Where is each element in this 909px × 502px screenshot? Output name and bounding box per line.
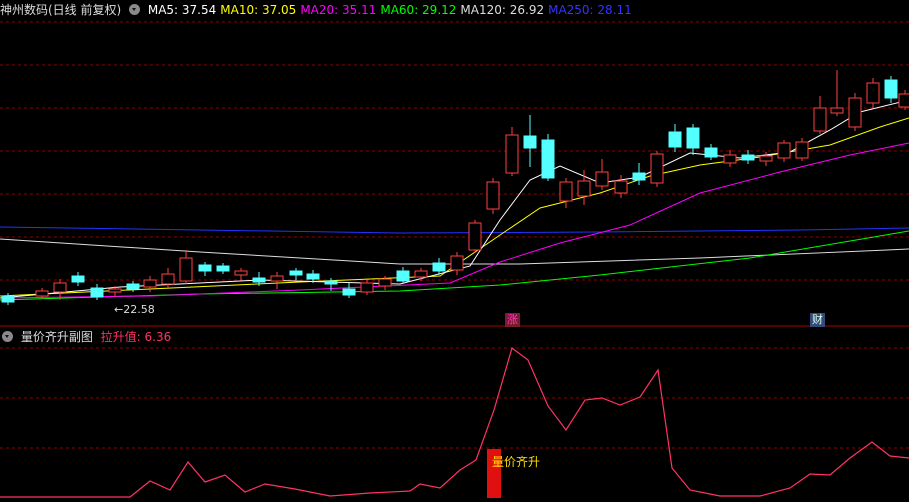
candle-body: [704, 147, 718, 158]
candle-body: [505, 134, 519, 174]
candle-body: [324, 280, 338, 285]
rise-value-line: [0, 346, 909, 498]
finance-tag[interactable]: 财: [810, 313, 825, 327]
candle-body: [450, 255, 464, 271]
candle-body: [126, 283, 140, 290]
ma-values: MA5: 37.54 MA10: 37.05 MA20: 35.11 MA60: 29…: [148, 3, 636, 17]
dropdown-icon[interactable]: [129, 4, 141, 15]
candle-body: [777, 142, 791, 159]
sub-legend: 量价齐升副图 拉升值: 6.36: [0, 327, 175, 347]
candle-body: [143, 279, 157, 288]
candle-body: [577, 180, 591, 197]
main-legend: 神州数码(日线 前复权) MA5: 37.54 MA10: 37.05 MA20: …: [0, 0, 640, 20]
candle-body: [523, 135, 537, 149]
candle-body: [541, 139, 555, 179]
ma-legend-item: MA60: 29.12: [380, 3, 457, 17]
candle-body: [289, 270, 303, 276]
candle-body: [35, 290, 49, 297]
candle-body: [650, 153, 664, 184]
candle-body: [306, 273, 320, 280]
candle-body: [53, 282, 67, 293]
candle-body: [866, 82, 880, 104]
chart-canvas[interactable]: [0, 0, 909, 502]
candle-body: [795, 141, 809, 159]
low-price-label: ←22.58: [114, 303, 155, 316]
candle-body: [71, 275, 85, 283]
candle-body: [198, 264, 212, 272]
candle-body: [898, 93, 909, 108]
limit-up-tag[interactable]: 涨: [505, 313, 520, 327]
candle-body: [848, 97, 862, 128]
candle-body: [668, 131, 682, 148]
candle-body: [830, 107, 844, 114]
candle-body: [723, 154, 737, 164]
candle-body: [252, 277, 266, 283]
stock-title: 神州数码(日线 前复权): [0, 3, 122, 17]
dropdown-icon[interactable]: [2, 331, 13, 342]
candle-body: [179, 257, 193, 282]
candle-body: [90, 287, 104, 298]
candle-body: [342, 288, 356, 296]
candle-body: [1, 295, 15, 303]
signal-label: 量价齐升: [492, 455, 541, 469]
ma-legend-item: MA250: 28.11: [548, 3, 632, 17]
sub-title: 量价齐升副图: [20, 330, 93, 344]
candle-body: [414, 270, 428, 278]
candle-body: [595, 171, 609, 187]
candle-body: [632, 172, 646, 181]
candle-body: [378, 278, 392, 287]
candle-body: [396, 270, 410, 282]
candle-body: [813, 107, 827, 132]
candle-body: [759, 155, 773, 162]
ma20-line: [0, 142, 909, 299]
ma-legend-item: MA5: 37.54: [147, 3, 217, 17]
candle-body: [468, 222, 482, 251]
candle-body: [360, 282, 374, 293]
candle-body: [486, 181, 500, 210]
ma250-line: [0, 226, 909, 234]
ma-legend-item: MA10: 37.05: [220, 3, 297, 17]
ma-legend-item: MA120: 26.92: [460, 3, 545, 17]
candle-body: [161, 273, 175, 285]
candle-body: [216, 265, 230, 272]
candle-body: [108, 288, 122, 293]
candle-body: [234, 270, 248, 276]
candle-body: [432, 262, 446, 272]
candle-body: [270, 275, 284, 282]
candle-body: [686, 127, 700, 149]
ma-legend-item: MA20: 35.11: [300, 3, 377, 17]
candle-body: [741, 154, 755, 161]
candle-body: [614, 180, 628, 194]
candle-body: [884, 79, 898, 99]
rise-value: 拉升值: 6.36: [100, 330, 172, 344]
candle-body: [559, 181, 573, 202]
